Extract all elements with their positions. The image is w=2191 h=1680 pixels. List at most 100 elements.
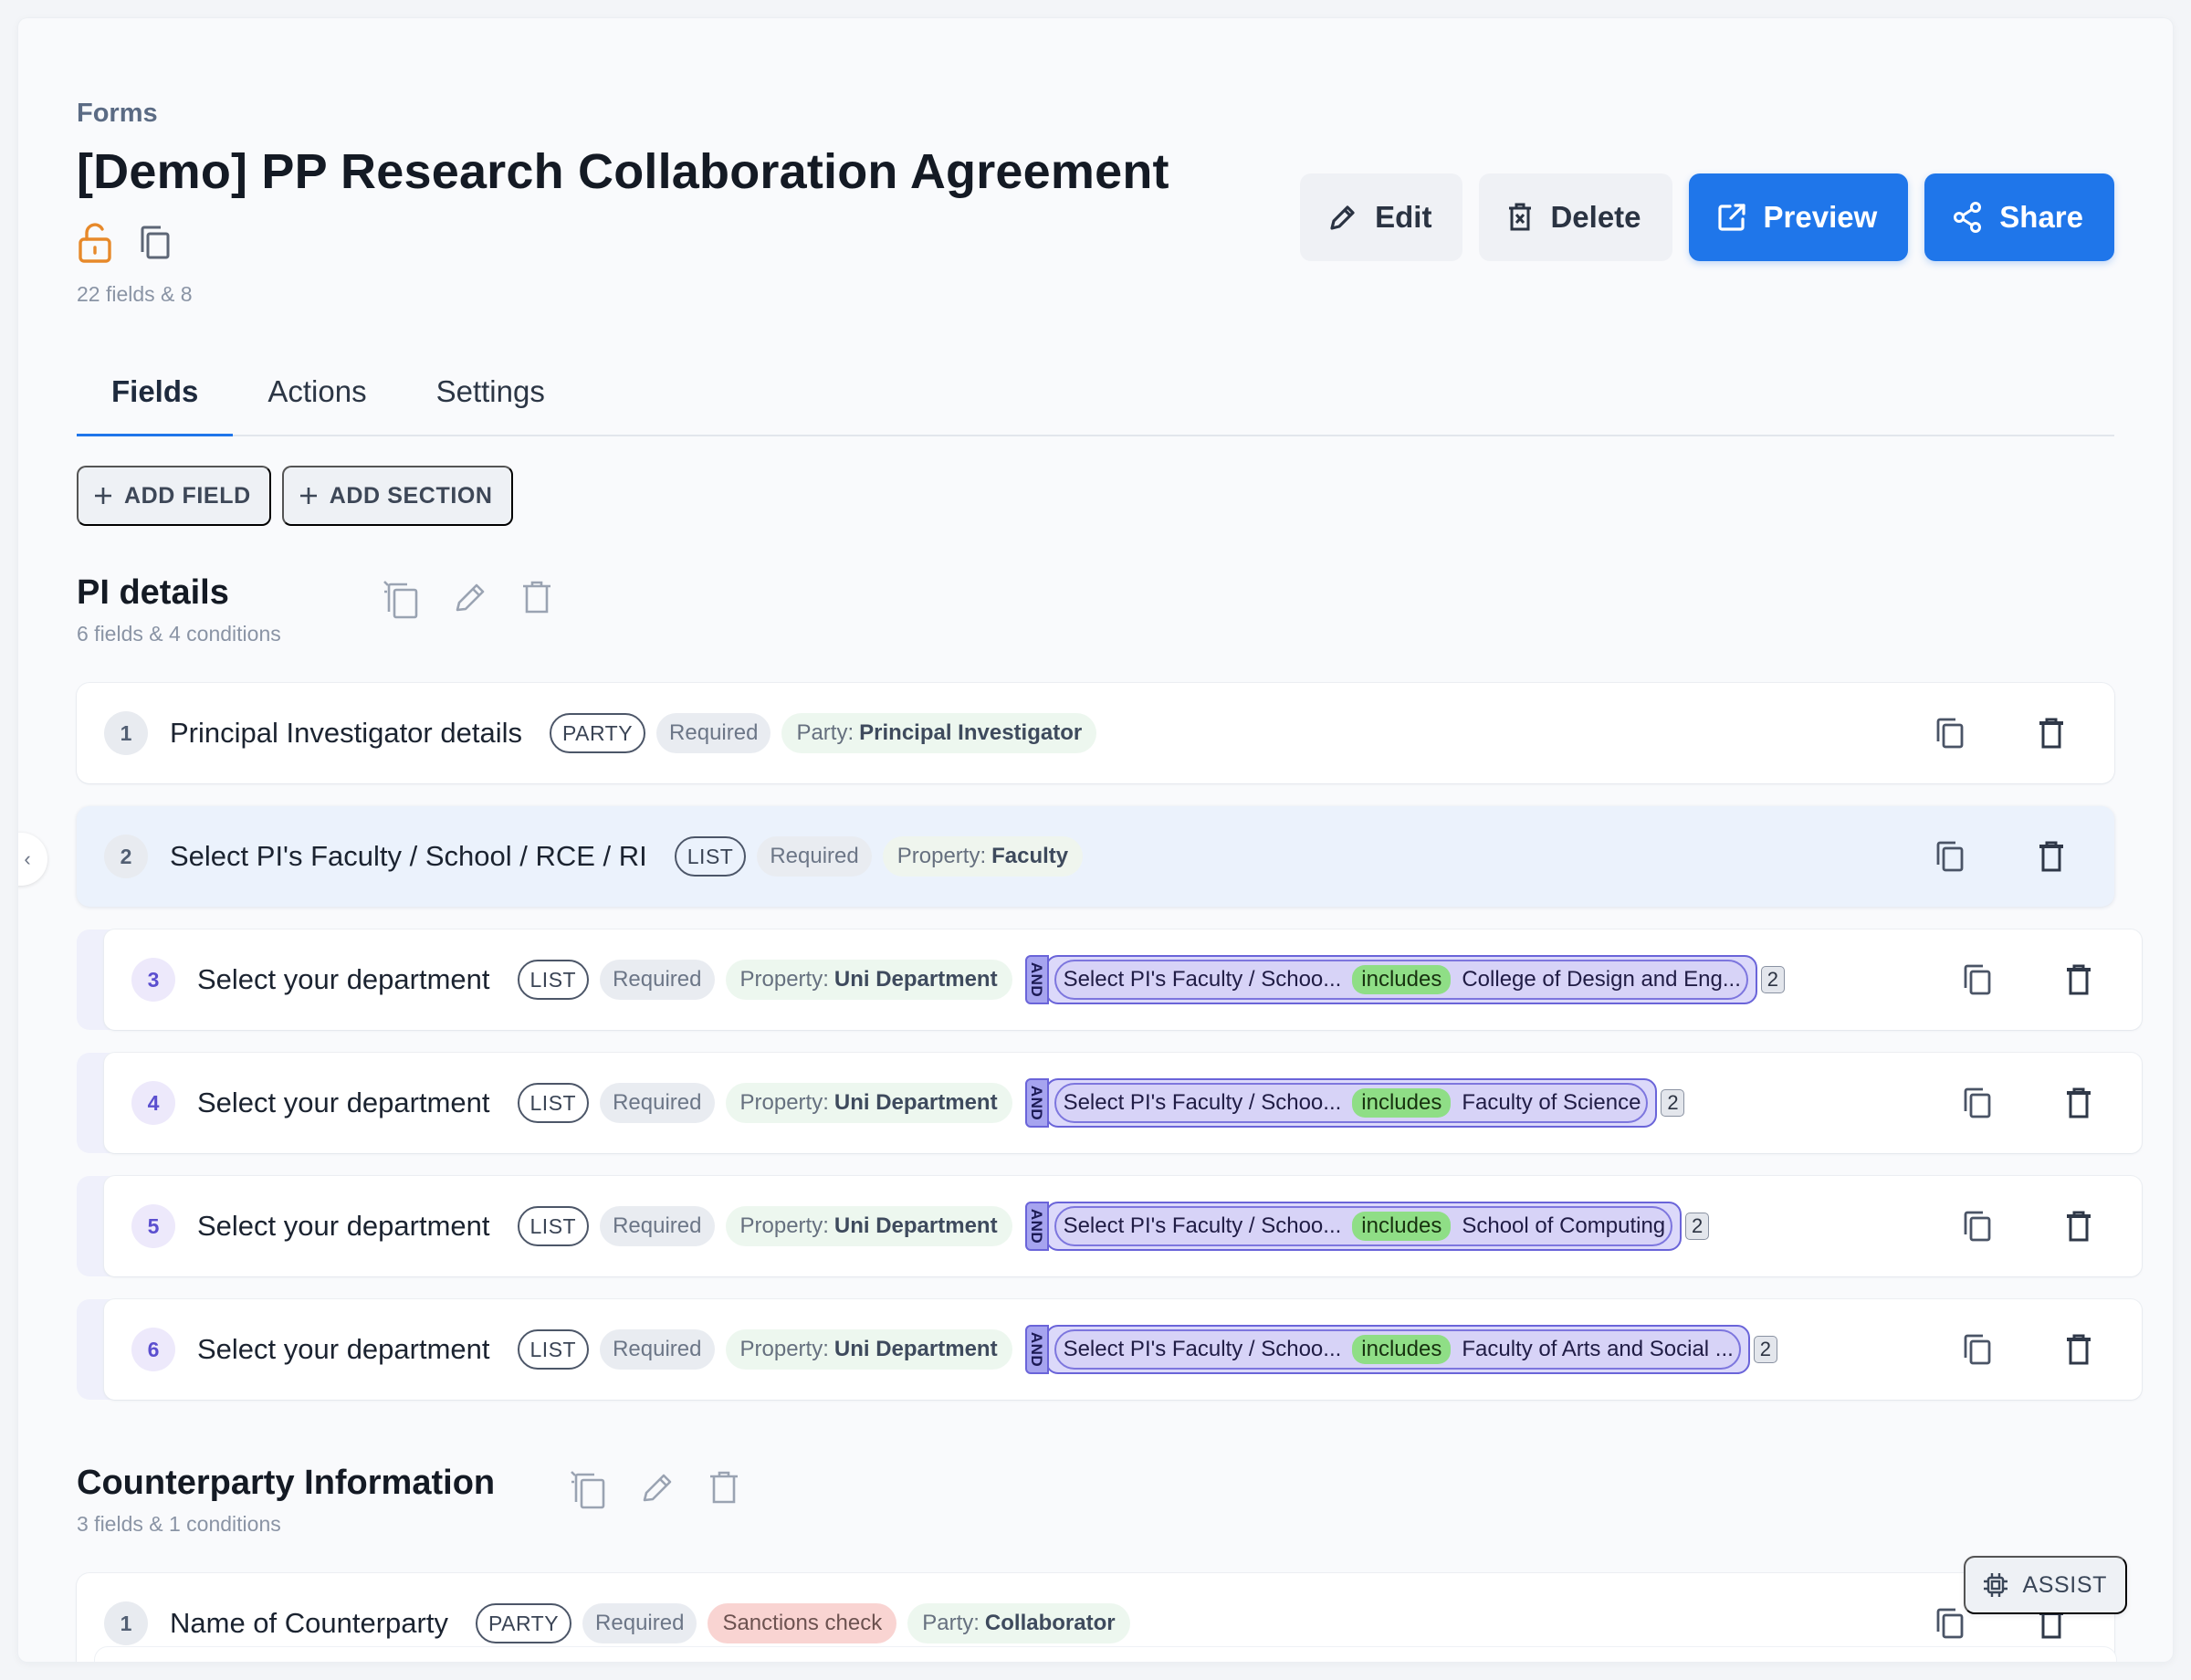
add-section-label: ADD SECTION — [329, 482, 493, 509]
field-row[interactable]: 1 Principal Investigator details PARTY R… — [77, 683, 2114, 783]
condition-operator: includes — [1352, 965, 1452, 994]
delete-field-icon[interactable] — [2038, 840, 2065, 873]
add-section-button[interactable]: ADD SECTION — [281, 466, 513, 526]
condition-group[interactable]: AND Select PI's Faculty / Schoo... inclu… — [1024, 1325, 1777, 1374]
section-meta: 3 fields & 1 conditions — [77, 1512, 281, 1536]
external-link-icon — [1717, 204, 1745, 231]
condition-operator: includes — [1352, 1212, 1452, 1241]
duplicate-field-icon[interactable] — [1963, 1087, 1992, 1119]
row-actions — [1963, 1299, 2092, 1400]
section-meta: 6 fields & 4 conditions — [77, 622, 281, 646]
row-actions — [1935, 806, 2065, 907]
field-number: 6 — [131, 1328, 175, 1371]
copy-icon[interactable] — [139, 225, 172, 261]
delete-field-icon[interactable] — [2038, 717, 2065, 750]
add-field-button[interactable]: ADD FIELD — [77, 466, 271, 526]
field-number: 4 — [131, 1081, 175, 1125]
field-list: 1 Principal Investigator details PARTY R… — [77, 683, 2142, 1400]
required-badge: Required — [582, 1603, 697, 1643]
condition-group[interactable]: AND Select PI's Faculty / Schoo... inclu… — [1024, 1078, 1685, 1128]
delete-field-icon[interactable] — [2065, 1333, 2092, 1366]
condition-field: Select PI's Faculty / Schoo... — [1063, 1337, 1342, 1361]
duplicate-section-icon[interactable] — [569, 1469, 607, 1511]
field-type-badge: LIST — [674, 836, 747, 877]
edit-section-icon[interactable] — [453, 579, 487, 615]
duplicate-field-icon[interactable] — [1963, 1210, 1992, 1243]
edit-button[interactable]: Edit — [1300, 173, 1463, 261]
share-button[interactable]: Share — [1924, 173, 2114, 261]
collapse-handle[interactable]: ‹ — [18, 833, 47, 886]
duplicate-field-icon[interactable] — [1935, 840, 1965, 873]
form-meta: 22 fields & 8 — [77, 282, 193, 306]
field-name: Select PI's Faculty / School / RCE / RI — [170, 840, 647, 872]
plus-icon — [95, 488, 111, 504]
tab-settings[interactable]: Settings — [402, 349, 580, 435]
field-type-badge: PARTY — [549, 713, 646, 753]
assist-label: ASSIST — [2022, 1571, 2107, 1598]
tab-fields[interactable]: Fields — [77, 349, 234, 436]
property-badge: Party: Collaborator — [907, 1603, 1130, 1643]
delete-field-icon[interactable] — [2065, 1210, 2092, 1243]
field-name: Select your department — [197, 963, 490, 995]
field-row[interactable]: 2 Select PI's Faculty / School / RCE / R… — [77, 806, 2114, 907]
row-actions — [1935, 683, 2065, 783]
section-title: PI details — [77, 573, 229, 612]
condition-field: Select PI's Faculty / Schoo... — [1063, 1090, 1342, 1115]
delete-section-icon[interactable] — [708, 1469, 740, 1506]
edit-section-icon[interactable] — [640, 1469, 675, 1506]
preview-button[interactable]: Preview — [1688, 173, 1909, 261]
condition-field: Select PI's Faculty / Schoo... — [1063, 967, 1342, 992]
section-actions — [569, 1469, 740, 1511]
delete-field-icon[interactable] — [2065, 963, 2092, 996]
section-header: Counterparty Information 3 fields & 1 co… — [77, 1464, 2114, 1537]
next-field-row — [95, 1647, 2116, 1662]
breadcrumb[interactable]: Forms — [77, 99, 2114, 129]
condition-value: Faculty of Arts and Social ... — [1462, 1337, 1734, 1361]
preview-label: Preview — [1763, 200, 1878, 234]
duplicate-field-icon[interactable] — [1963, 1333, 1992, 1366]
delete-section-icon[interactable] — [520, 579, 553, 615]
property-badge: Property: Uni Department — [725, 960, 1012, 1000]
duplicate-section-icon[interactable] — [382, 579, 420, 621]
condition-group[interactable]: AND Select PI's Faculty / Schoo... inclu… — [1024, 955, 1785, 1004]
field-row[interactable]: 5 Select your department LIST Required P… — [77, 1176, 2142, 1276]
assist-button[interactable]: ASSIST — [1964, 1556, 2127, 1614]
trash-x-icon — [1509, 203, 1532, 231]
field-type-badge: PARTY — [475, 1603, 572, 1643]
section-header: PI details 6 fields & 4 conditions — [77, 573, 2114, 646]
sanctions-badge: Sanctions check — [708, 1603, 897, 1643]
duplicate-field-icon[interactable] — [1963, 963, 1992, 996]
delete-button[interactable]: Delete — [1479, 173, 1672, 261]
condition-value: Faculty of Science — [1462, 1090, 1641, 1115]
field-number: 1 — [104, 711, 148, 755]
field-name: Select your department — [197, 1333, 490, 1365]
field-number: 2 — [104, 835, 148, 878]
main-content: Forms [Demo] PP Research Collaboration A… — [77, 79, 2142, 1662]
delete-label: Delete — [1550, 200, 1641, 234]
required-badge: Required — [757, 836, 872, 877]
field-row[interactable]: 3 Select your department LIST Required P… — [77, 929, 2142, 1030]
property-badge: Property: Uni Department — [725, 1083, 1012, 1123]
field-row[interactable]: 4 Select your department LIST Required P… — [77, 1053, 2142, 1153]
condition-count: 2 — [1760, 966, 1785, 993]
field-name: Name of Counterparty — [170, 1607, 448, 1639]
condition-group[interactable]: AND Select PI's Faculty / Schoo... inclu… — [1024, 1202, 1710, 1251]
share-label: Share — [1999, 200, 2083, 234]
field-type-badge: LIST — [517, 1329, 590, 1370]
delete-field-icon[interactable] — [2065, 1087, 2092, 1119]
condition-count: 2 — [1685, 1213, 1710, 1240]
duplicate-field-icon[interactable] — [1935, 717, 1965, 750]
tab-actions[interactable]: Actions — [233, 349, 401, 435]
condition-value: School of Computing — [1462, 1213, 1666, 1238]
unlock-icon[interactable] — [77, 222, 113, 264]
field-name: Principal Investigator details — [170, 717, 522, 749]
field-row[interactable]: 6 Select your department LIST Required P… — [77, 1299, 2142, 1400]
field-type-badge: LIST — [517, 1206, 590, 1246]
required-badge: Required — [600, 1329, 715, 1370]
and-operator: AND — [1024, 1078, 1049, 1128]
chip-icon — [1984, 1573, 2008, 1597]
field-number: 1 — [104, 1601, 148, 1645]
field-number: 5 — [131, 1204, 175, 1248]
pencil-icon — [1330, 205, 1355, 230]
duplicate-field-icon[interactable] — [1935, 1607, 1965, 1640]
